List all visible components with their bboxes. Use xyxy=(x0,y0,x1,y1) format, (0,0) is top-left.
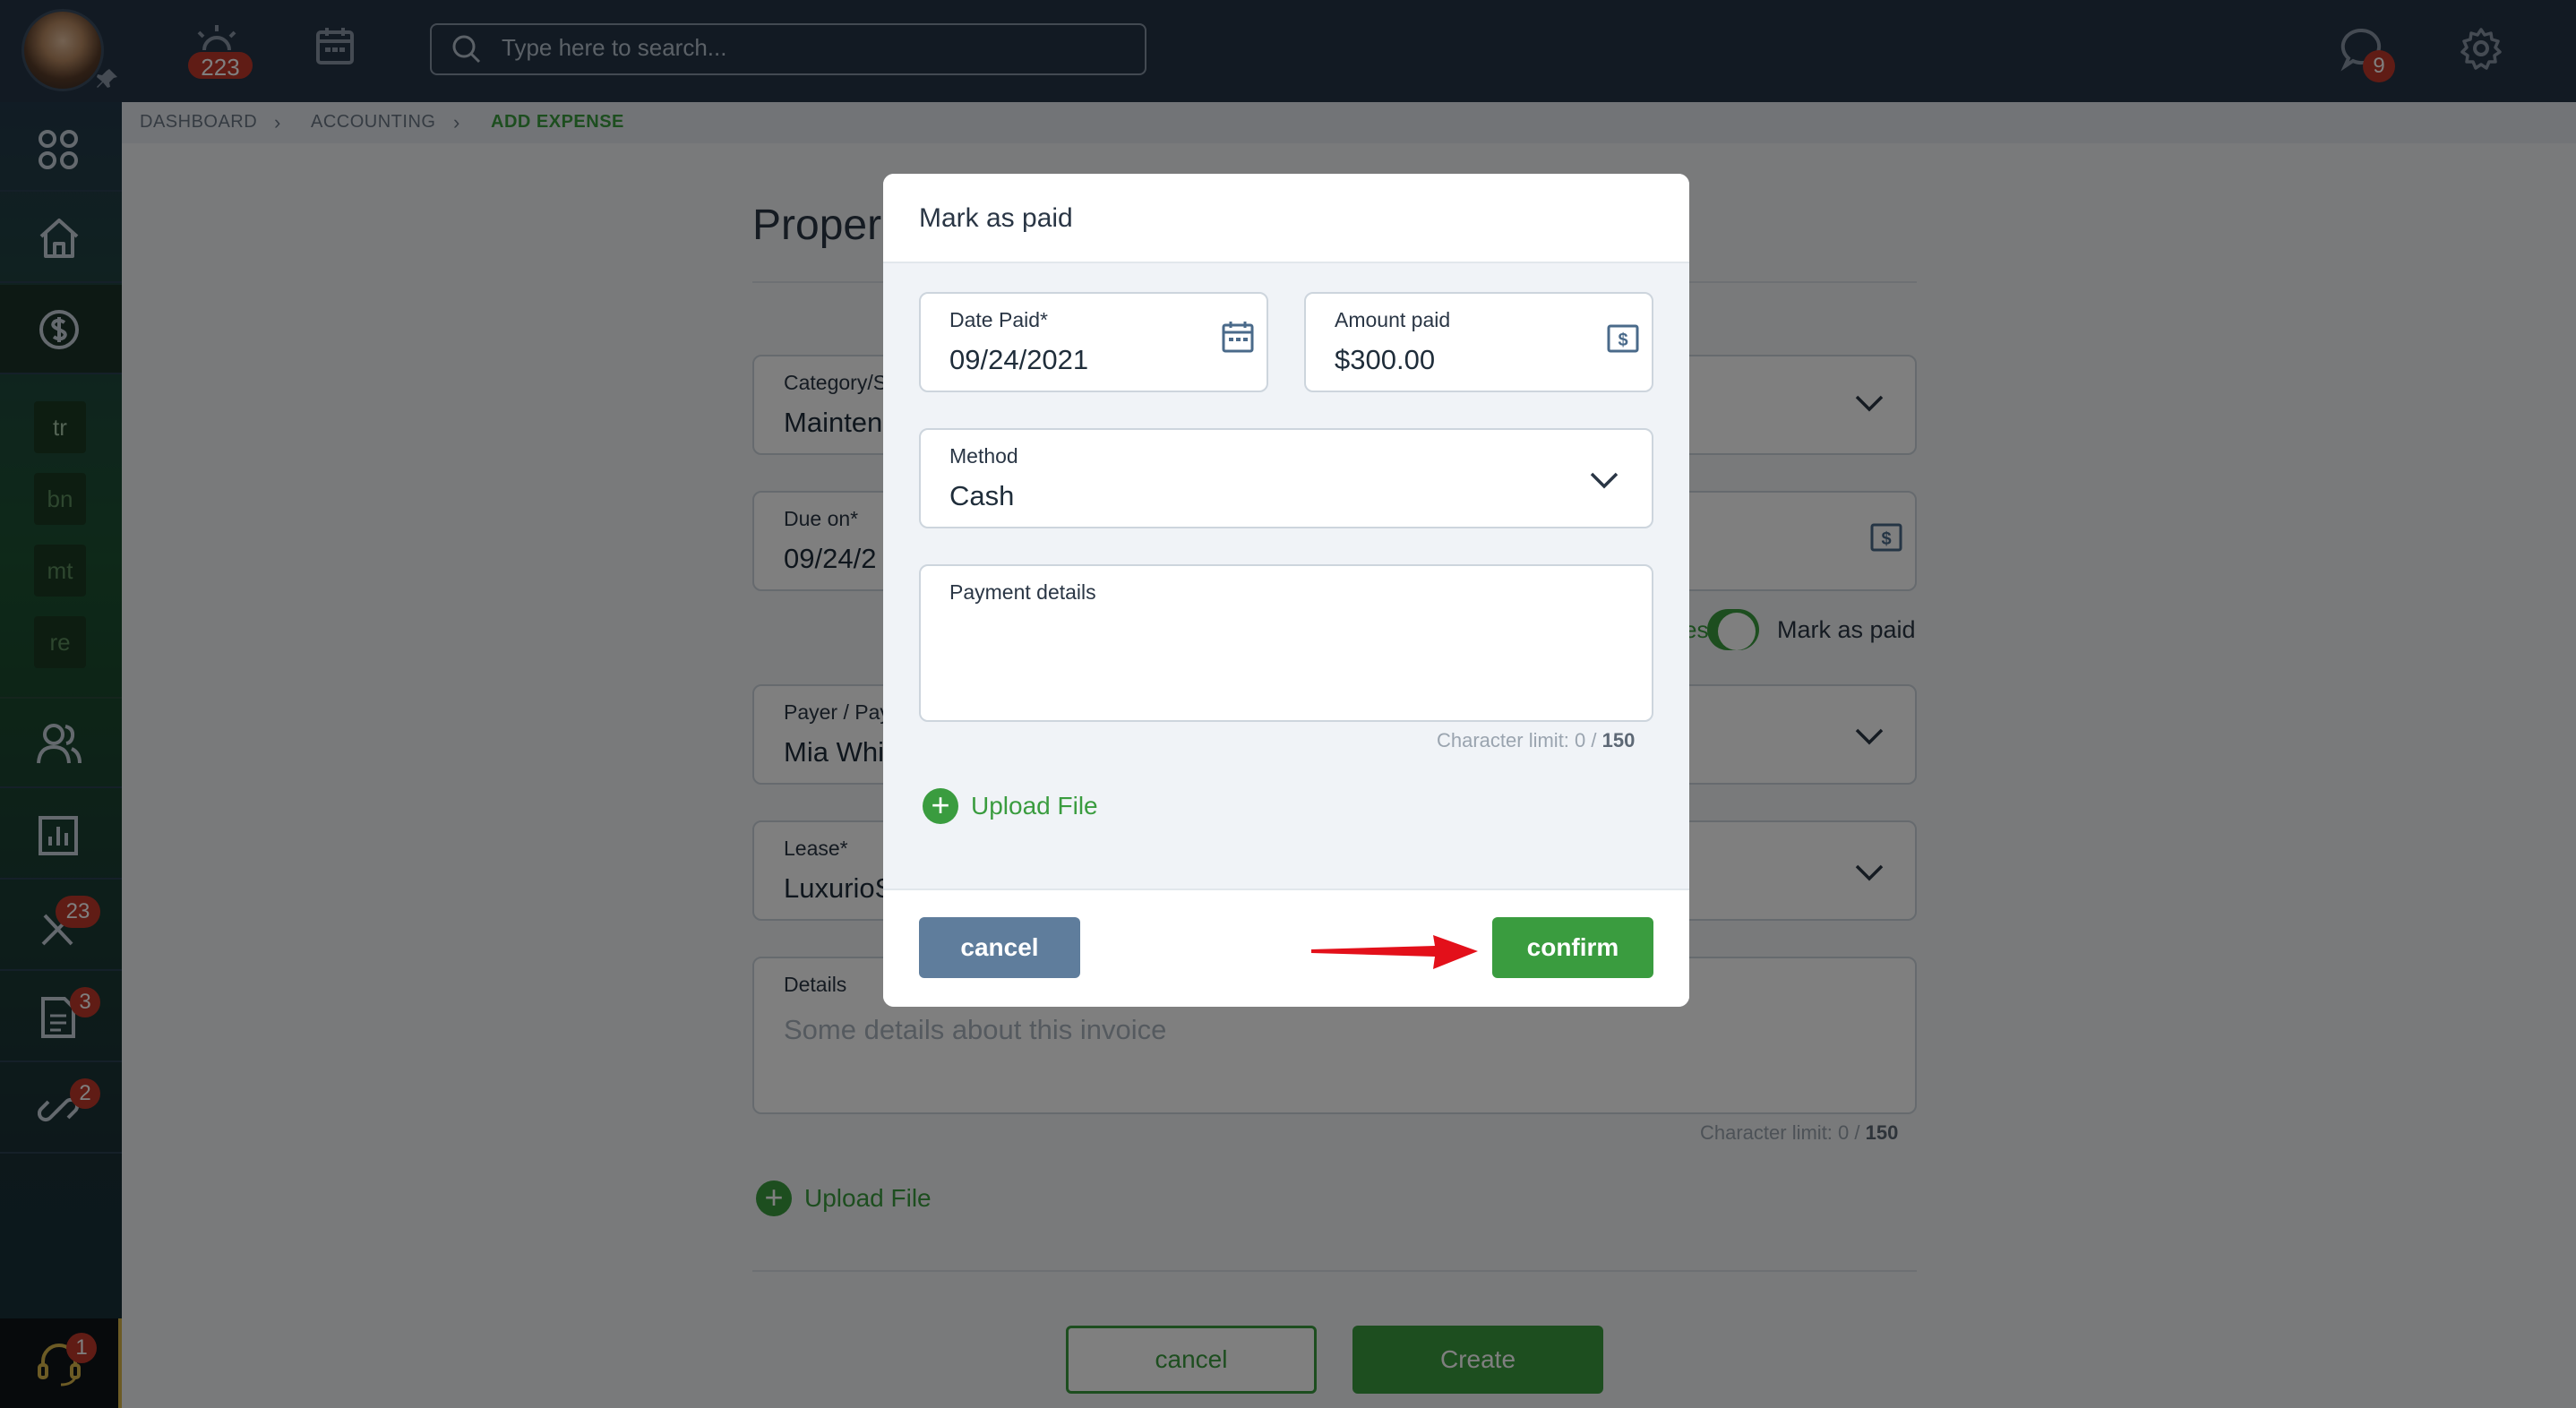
confirm-button[interactable]: confirm xyxy=(1492,917,1653,978)
date-paid-label: Date Paid* xyxy=(949,308,1048,331)
payment-details-char-limit: Character limit: 0 / 150 xyxy=(1437,729,1636,751)
chevron-down-icon xyxy=(1589,471,1619,489)
amount-paid-label: Amount paid xyxy=(1335,308,1451,331)
payment-details-label: Payment details xyxy=(949,580,1096,604)
add-circle-icon[interactable]: + xyxy=(923,788,958,824)
date-paid-field[interactable] xyxy=(919,292,1268,392)
modal-cancel-button[interactable]: cancel xyxy=(919,917,1080,978)
red-arrow-annotation xyxy=(1309,930,1480,973)
method-value: Cash xyxy=(949,480,1015,511)
modal-title: Mark as paid xyxy=(919,203,1073,233)
method-label: Method xyxy=(949,444,1018,468)
dollar-bill-icon: $ xyxy=(1607,324,1639,353)
date-paid-value: 09/24/2021 xyxy=(949,344,1089,375)
svg-text:$: $ xyxy=(1618,331,1627,350)
amount-paid-value: $300.00 xyxy=(1335,344,1436,375)
method-select[interactable] xyxy=(919,428,1653,528)
calendar-icon[interactable] xyxy=(1222,321,1254,353)
amount-paid-field[interactable] xyxy=(1304,292,1653,392)
modal-upload-file-link[interactable]: Upload File xyxy=(971,792,1098,820)
